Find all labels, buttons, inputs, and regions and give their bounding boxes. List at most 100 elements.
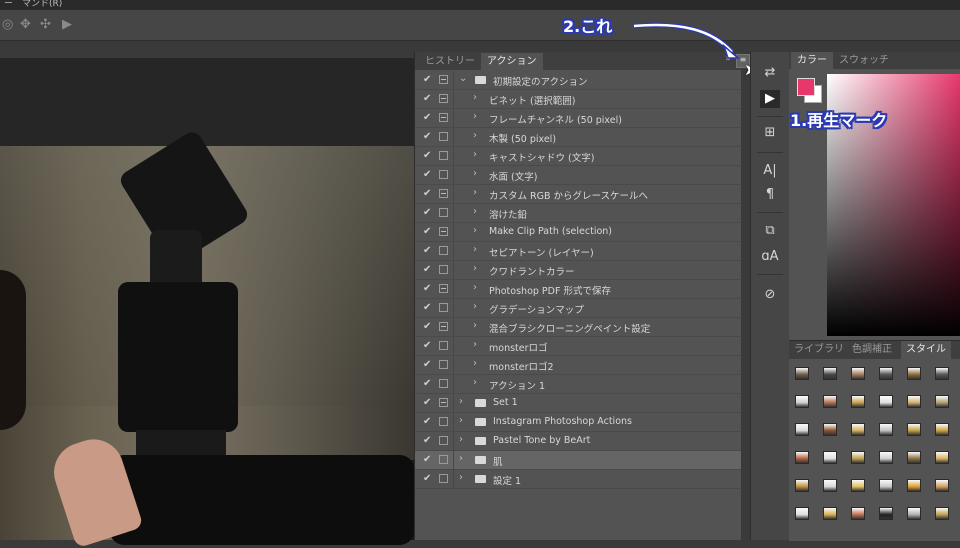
tab-actions[interactable]: アクション: [481, 53, 543, 70]
action-row[interactable]: ✔ › 水面 (文字): [415, 166, 741, 185]
action-row[interactable]: ✔ › 溶けた鉛: [415, 204, 741, 223]
style-swatch[interactable]: [879, 395, 893, 408]
chevron-right-icon[interactable]: ›: [473, 358, 477, 369]
action-row[interactable]: ✔ › monsterロゴ: [415, 337, 741, 356]
toggle-item-checkbox[interactable]: ✔: [423, 131, 433, 142]
style-swatch[interactable]: [851, 367, 865, 380]
chevron-right-icon[interactable]: ›: [459, 415, 463, 426]
chevron-right-icon[interactable]: ›: [459, 434, 463, 445]
toggle-item-checkbox[interactable]: ✔: [423, 150, 433, 161]
chevron-right-icon[interactable]: ›: [473, 111, 477, 122]
toggle-dialog-checkbox[interactable]: [439, 113, 448, 122]
toggle-dialog-checkbox[interactable]: [439, 474, 448, 483]
chevron-right-icon[interactable]: ›: [459, 472, 463, 483]
chevron-right-icon[interactable]: ›: [473, 206, 477, 217]
chevron-right-icon[interactable]: ›: [473, 130, 477, 141]
chevron-right-icon[interactable]: ›: [459, 396, 463, 407]
toggle-item-checkbox[interactable]: ✔: [423, 397, 433, 408]
tab-history[interactable]: ヒストリー: [419, 53, 481, 70]
style-swatch[interactable]: [935, 423, 949, 436]
style-swatch[interactable]: [935, 367, 949, 380]
chevron-right-icon[interactable]: ›: [473, 263, 477, 274]
move-3d-icon[interactable]: ✣: [40, 17, 51, 32]
toggle-dialog-checkbox[interactable]: [439, 322, 448, 331]
toggle-item-checkbox[interactable]: ✔: [423, 283, 433, 294]
toggle-dialog-checkbox[interactable]: [439, 189, 448, 198]
rotate-icon[interactable]: ✥: [20, 17, 31, 32]
style-swatch[interactable]: [907, 479, 921, 492]
action-row[interactable]: ✔ › フレームチャンネル (50 pixel): [415, 109, 741, 128]
toggle-item-checkbox[interactable]: ✔: [423, 378, 433, 389]
clone-source-icon[interactable]: ⧉: [760, 222, 780, 240]
character-icon[interactable]: A|: [760, 162, 780, 180]
toggle-dialog-checkbox[interactable]: [439, 208, 448, 217]
action-row[interactable]: ✔ › カスタム RGB からグレースケールへ: [415, 185, 741, 204]
toggle-item-checkbox[interactable]: ✔: [423, 473, 433, 484]
action-row[interactable]: ✔ › 混合ブラシクローニングペイント設定: [415, 318, 741, 337]
toggle-dialog-checkbox[interactable]: [439, 227, 448, 236]
history-brush-icon[interactable]: ⇄: [760, 64, 780, 82]
style-swatch[interactable]: [823, 423, 837, 436]
action-row[interactable]: ✔ › クワドラントカラー: [415, 261, 741, 280]
toggle-item-checkbox[interactable]: ✔: [423, 416, 433, 427]
chevron-right-icon[interactable]: ›: [473, 320, 477, 331]
style-swatch[interactable]: [879, 479, 893, 492]
tab-styles[interactable]: スタイル: [901, 341, 951, 359]
toggle-item-checkbox[interactable]: ✔: [423, 226, 433, 237]
toggle-item-checkbox[interactable]: ✔: [423, 74, 433, 85]
style-swatch[interactable]: [851, 395, 865, 408]
foreground-color-swatch[interactable]: [797, 78, 815, 96]
toggle-item-checkbox[interactable]: ✔: [423, 359, 433, 370]
chevron-right-icon[interactable]: ›: [473, 92, 477, 103]
style-swatch[interactable]: [795, 451, 809, 464]
orbit-icon[interactable]: ◎: [2, 17, 13, 32]
style-swatch[interactable]: [907, 395, 921, 408]
toggle-item-checkbox[interactable]: ✔: [423, 188, 433, 199]
action-set-row[interactable]: ✔ › 設定 1: [415, 470, 741, 489]
toggle-dialog-checkbox[interactable]: [439, 379, 448, 388]
toggle-item-checkbox[interactable]: ✔: [423, 93, 433, 104]
tab-swatches[interactable]: スウォッチ: [833, 52, 895, 69]
style-swatch[interactable]: [879, 507, 893, 520]
action-row[interactable]: ✔ › ビネット (選択範囲): [415, 90, 741, 109]
style-swatch[interactable]: [879, 451, 893, 464]
toggle-item-checkbox[interactable]: ✔: [423, 302, 433, 313]
action-row[interactable]: ✔ › グラデーションマップ: [415, 299, 741, 318]
toggle-dialog-checkbox[interactable]: [439, 265, 448, 274]
action-row[interactable]: ✔ › Make Clip Path (selection): [415, 223, 741, 242]
style-swatch[interactable]: [851, 423, 865, 436]
style-swatch[interactable]: [823, 367, 837, 380]
chevron-right-icon[interactable]: ›: [473, 149, 477, 160]
action-set-row[interactable]: ✔ › 肌: [415, 451, 741, 470]
style-swatch[interactable]: [795, 507, 809, 520]
style-swatch[interactable]: [851, 507, 865, 520]
toggle-dialog-checkbox[interactable]: [439, 455, 448, 464]
toggle-dialog-checkbox[interactable]: [439, 94, 448, 103]
style-swatch[interactable]: [907, 423, 921, 436]
chevron-right-icon[interactable]: ›: [473, 301, 477, 312]
chevron-right-icon[interactable]: ›: [473, 377, 477, 388]
style-swatch[interactable]: [935, 395, 949, 408]
tab-libraries[interactable]: ライブラリ: [789, 341, 849, 359]
play-icon[interactable]: ▶: [760, 90, 780, 108]
style-swatch[interactable]: [795, 423, 809, 436]
toggle-item-checkbox[interactable]: ✔: [423, 207, 433, 218]
action-row[interactable]: ✔ › アクション 1: [415, 375, 741, 394]
chevron-right-icon[interactable]: ›: [473, 187, 477, 198]
action-row[interactable]: ✔ › セピアトーン (レイヤー): [415, 242, 741, 261]
style-swatch[interactable]: [795, 479, 809, 492]
action-set-row[interactable]: ✔ › Set 1: [415, 394, 741, 413]
style-swatch[interactable]: [935, 451, 949, 464]
toggle-dialog-checkbox[interactable]: [439, 132, 448, 141]
toggle-item-checkbox[interactable]: ✔: [423, 435, 433, 446]
style-swatch[interactable]: [879, 423, 893, 436]
glyphs-icon[interactable]: ɑA: [760, 248, 780, 266]
style-swatch[interactable]: [851, 479, 865, 492]
toggle-dialog-checkbox[interactable]: [439, 246, 448, 255]
style-swatch[interactable]: [795, 395, 809, 408]
video-camera-icon[interactable]: ▶: [62, 17, 72, 32]
toggle-item-checkbox[interactable]: ✔: [423, 245, 433, 256]
action-row[interactable]: ✔ › monsterロゴ2: [415, 356, 741, 375]
action-set-row[interactable]: ✔ › Pastel Tone by BeArt: [415, 432, 741, 451]
style-swatch[interactable]: [935, 507, 949, 520]
